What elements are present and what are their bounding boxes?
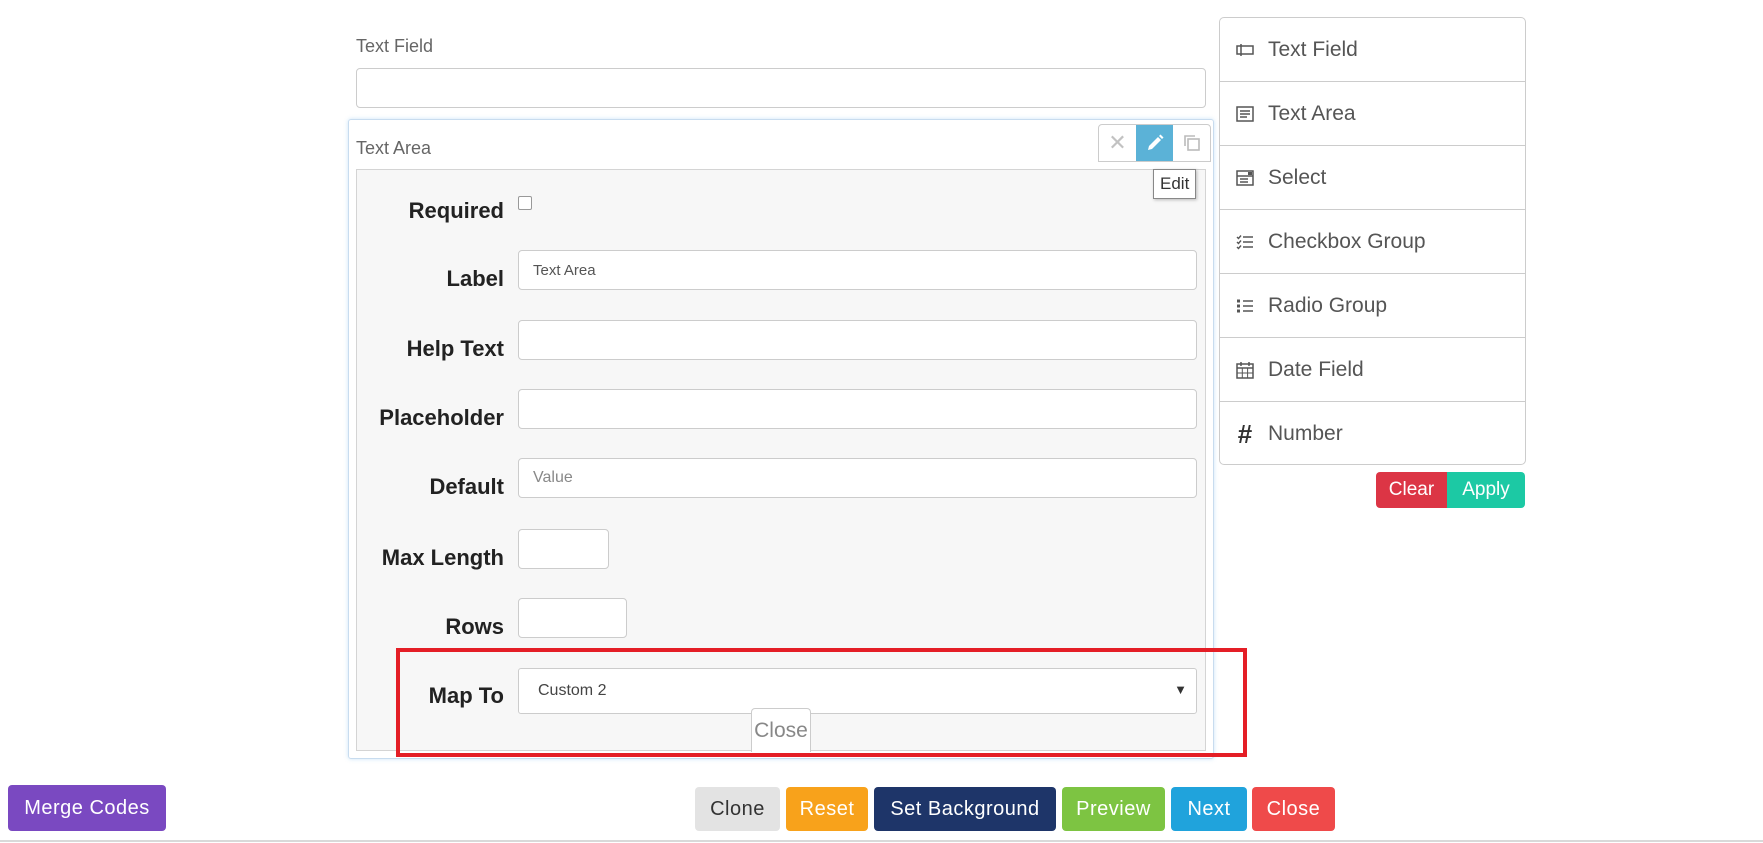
text-area-label: Text Area xyxy=(356,138,432,158)
copy-field-button[interactable] xyxy=(1173,125,1210,161)
control-text-field[interactable]: Text Field xyxy=(1220,18,1525,82)
help-text-label: Help Text xyxy=(406,336,504,361)
clone-button[interactable]: Clone xyxy=(695,787,780,831)
select-icon xyxy=(1235,168,1255,188)
help-text-input[interactable] xyxy=(518,320,1197,360)
label-input[interactable] xyxy=(518,250,1197,290)
hash-icon: # xyxy=(1237,418,1253,449)
control-number[interactable]: # Number xyxy=(1220,402,1525,466)
placeholder-label: Placeholder xyxy=(379,405,504,430)
control-checkbox-group[interactable]: Checkbox Group xyxy=(1220,210,1525,274)
field-actions: ✕ xyxy=(1098,124,1211,162)
set-background-button[interactable]: Set Background xyxy=(874,787,1056,831)
text-field-input[interactable] xyxy=(356,68,1206,108)
pencil-icon xyxy=(1147,134,1163,150)
max-length-input[interactable] xyxy=(518,529,609,569)
preview-button[interactable]: Preview xyxy=(1062,787,1165,831)
text-field-icon xyxy=(1235,40,1255,60)
control-date-field[interactable]: Date Field xyxy=(1220,338,1525,402)
caret-down-icon: ▼ xyxy=(1174,682,1187,697)
close-icon: ✕ xyxy=(1108,130,1127,155)
control-label: Select xyxy=(1268,165,1327,189)
max-length-label: Max Length xyxy=(381,545,504,570)
placeholder-input[interactable] xyxy=(518,389,1197,429)
bottom-divider xyxy=(0,840,1763,842)
edit-tooltip: Edit xyxy=(1153,169,1197,199)
checkbox-group-icon xyxy=(1235,232,1255,252)
clear-button[interactable]: Clear xyxy=(1376,472,1447,508)
label-label: Label xyxy=(446,266,504,291)
next-button[interactable]: Next xyxy=(1171,787,1247,831)
reset-button[interactable]: Reset xyxy=(786,787,868,831)
map-to-label: Map To xyxy=(428,683,504,708)
control-label: Text Field xyxy=(1268,37,1358,61)
merge-codes-button[interactable]: Merge Codes xyxy=(8,785,166,831)
control-label: Checkbox Group xyxy=(1268,229,1426,253)
text-field-label: Text Field xyxy=(356,36,434,56)
calendar-icon xyxy=(1235,360,1255,380)
copy-icon xyxy=(1183,135,1200,151)
default-input[interactable] xyxy=(518,458,1197,498)
remove-field-button[interactable]: ✕ xyxy=(1099,125,1136,161)
text-area-icon xyxy=(1235,104,1255,124)
radio-group-icon xyxy=(1235,296,1255,316)
close-edit-panel-button[interactable]: Close xyxy=(751,708,811,752)
close-button[interactable]: Close xyxy=(1252,787,1335,831)
default-label: Default xyxy=(429,474,504,499)
control-label: Date Field xyxy=(1268,357,1364,381)
map-to-selected-value: Custom 2 xyxy=(538,682,607,699)
required-checkbox[interactable] xyxy=(518,196,532,210)
edit-field-button[interactable] xyxy=(1136,125,1173,161)
rows-label: Rows xyxy=(445,614,504,639)
control-label: Number xyxy=(1268,422,1343,445)
control-text-area[interactable]: Text Area xyxy=(1220,82,1525,146)
control-select[interactable]: Select xyxy=(1220,146,1525,210)
control-radio-group[interactable]: Radio Group xyxy=(1220,274,1525,338)
map-to-select[interactable]: Custom 2 ▼ xyxy=(518,668,1197,714)
required-label: Required xyxy=(408,198,504,223)
control-label: Radio Group xyxy=(1268,293,1388,317)
control-label: Text Area xyxy=(1268,101,1356,125)
apply-button[interactable]: Apply xyxy=(1447,472,1525,508)
rows-input[interactable] xyxy=(518,598,627,638)
controls-panel: Text Field Text Area Select Checkbox Gro… xyxy=(1219,17,1526,465)
